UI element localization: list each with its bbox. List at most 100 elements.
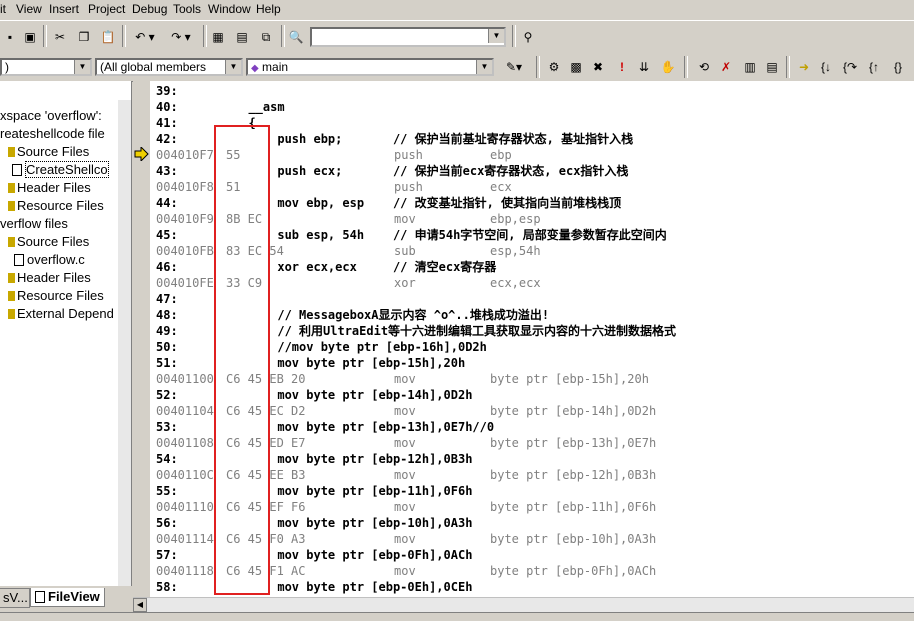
line-number: 44: (156, 196, 178, 210)
menu-debug[interactable]: Debug (132, 2, 167, 16)
menu-view[interactable]: View (16, 2, 42, 16)
run-to-cursor-icon[interactable]: {} (888, 57, 908, 77)
chevron-down-icon[interactable]: ▼ (225, 60, 241, 74)
line-number: 53: (156, 420, 178, 434)
tree-item[interactable]: Header Files (8, 270, 91, 286)
save-icon[interactable]: ▪ (0, 27, 20, 47)
menu-tools[interactable]: Tools (173, 2, 201, 16)
tab-classview[interactable]: sV... (0, 588, 30, 608)
file-icon (12, 164, 22, 176)
source-text: mov byte ptr [ebp-15h],20h (234, 356, 466, 370)
source-text: // 利用UltraEdit等十六进制编辑工具获取显示内容的十六进制数据格式 (234, 324, 677, 338)
line-number: 42: (156, 132, 178, 146)
copy-icon[interactable]: ❐ (74, 27, 94, 47)
tree-item[interactable]: Resource Files (8, 198, 104, 214)
hand-icon[interactable]: ✋ (658, 57, 678, 77)
scroll-left-icon[interactable]: ◀ (133, 598, 147, 612)
step-out-icon[interactable]: {↑ (864, 57, 884, 77)
mnemonic: push (394, 180, 423, 194)
mnemonic: mov (394, 532, 416, 546)
code-editor[interactable]: 39: 40: __asm 41: {42: push ebp; // 保护当前基址… (150, 81, 914, 597)
find-icon[interactable]: ⚲ (518, 27, 538, 47)
wizard-action-icon[interactable]: ✎▾ (500, 57, 528, 77)
source-text: mov byte ptr [ebp-10h],0A3h (234, 516, 473, 530)
paste-icon[interactable]: 📋 (98, 27, 118, 47)
line-number: 49: (156, 324, 178, 338)
output-icon[interactable]: ▤ (232, 27, 252, 47)
opcode-bytes: C6 45 F1 AC (226, 564, 306, 578)
tree-item[interactable]: Header Files (8, 180, 91, 196)
save-all-icon[interactable]: ▣ (20, 27, 40, 47)
restart-icon[interactable]: ⟲ (694, 57, 714, 77)
menu-window[interactable]: Window (208, 2, 251, 16)
execute-icon[interactable]: ! (612, 57, 632, 77)
tree-item[interactable]: reateshellcode file (0, 126, 105, 142)
line-number: 43: (156, 164, 178, 178)
class-combo[interactable]: ) ▼ (0, 58, 92, 76)
tree-item[interactable]: Source Files (8, 234, 89, 250)
line-number: 55: (156, 484, 178, 498)
break-icon[interactable]: ▥ (740, 57, 760, 77)
menu-project[interactable]: Project (88, 2, 125, 16)
tab-fileview[interactable]: FileView (30, 588, 105, 607)
tree-item-label: Header Files (17, 180, 91, 195)
go-icon[interactable]: ⇊ (634, 57, 654, 77)
source-text: mov ebp, esp // 改变基址指针, 使其指向当前堆栈栈顶 (234, 196, 622, 210)
function-combo[interactable]: ◆ main ▼ (246, 58, 494, 76)
opcode-bytes: 55 (226, 148, 241, 162)
tree-item-label: Source Files (17, 234, 90, 249)
window-list-icon[interactable]: ⧉ (256, 27, 276, 47)
menu-insert[interactable]: Insert (49, 2, 79, 16)
tree-scrollbar[interactable] (118, 100, 131, 586)
address: 00401110 (156, 500, 214, 514)
address: 004010F8 (156, 180, 214, 194)
show-next-statement-icon[interactable]: ➜ (794, 57, 814, 77)
cut-icon[interactable]: ✂ (50, 27, 70, 47)
source-text: xor ecx,ecx // 清空ecx寄存器 (234, 260, 497, 274)
workspace-icon[interactable]: ▦ (208, 27, 228, 47)
operands: ecx (490, 180, 512, 194)
address: 004010F9 (156, 212, 214, 226)
opcode-bytes: C6 45 EC D2 (226, 404, 306, 418)
chevron-down-icon[interactable]: ▼ (476, 60, 492, 74)
line-number: 39: (156, 84, 178, 98)
find-in-files-icon[interactable]: 🔍 (286, 27, 306, 47)
find-combo[interactable]: ▼ (310, 27, 506, 47)
tree-item-label: Header Files (17, 270, 91, 285)
menu-help[interactable]: Help (256, 2, 281, 16)
tree-item[interactable]: Source Files (8, 144, 89, 160)
source-text: mov byte ptr [ebp-11h],0F6h (234, 484, 473, 498)
compile-icon[interactable]: ⚙ (544, 57, 564, 77)
operands: byte ptr [ebp-15h],20h (490, 372, 649, 386)
horizontal-scrollbar[interactable]: ◀ (133, 597, 914, 613)
line-number: 52: (156, 388, 178, 402)
tree-item[interactable]: External Depend (8, 306, 114, 322)
tree-item[interactable]: verflow files (0, 216, 68, 232)
apply-code-icon[interactable]: ▤ (762, 57, 782, 77)
chevron-down-icon[interactable]: ▼ (74, 60, 90, 74)
opcode-bytes: 8B EC (226, 212, 263, 226)
tree-item[interactable]: CreateShellco (12, 161, 109, 178)
line-number: 41: (156, 116, 178, 130)
redo-icon[interactable]: ↷ ▾ (164, 27, 198, 47)
step-into-icon[interactable]: {↓ (816, 57, 836, 77)
step-over-icon[interactable]: {↷ (840, 57, 860, 77)
undo-icon[interactable]: ↶ ▾ (128, 27, 162, 47)
opcode-bytes: C6 45 EB 20 (226, 372, 306, 386)
workspace-tree: xspace 'overflow': reateshellcode file Sou… (0, 81, 132, 586)
stop-debug-icon[interactable]: ✗ (716, 57, 736, 77)
stop-build-icon[interactable]: ✖ (588, 57, 608, 77)
tree-item[interactable]: xspace 'overflow': (0, 108, 102, 124)
chevron-down-icon[interactable]: ▼ (488, 29, 504, 43)
mnemonic: mov (394, 404, 416, 418)
operands: byte ptr [ebp-13h],0E7h (490, 436, 657, 450)
address: 004010F7 (156, 148, 214, 162)
operands: byte ptr [ebp-11h],0F6h (490, 500, 657, 514)
members-combo[interactable]: (All global members ▼ (95, 58, 243, 76)
menu-it[interactable]: it (0, 2, 6, 16)
source-text: //mov byte ptr [ebp-16h],0D2h (234, 340, 487, 354)
line-number: 45: (156, 228, 178, 242)
build-icon[interactable]: ▩ (566, 57, 586, 77)
tree-item[interactable]: Resource Files (8, 288, 104, 304)
tree-item[interactable]: overflow.c (14, 252, 85, 268)
